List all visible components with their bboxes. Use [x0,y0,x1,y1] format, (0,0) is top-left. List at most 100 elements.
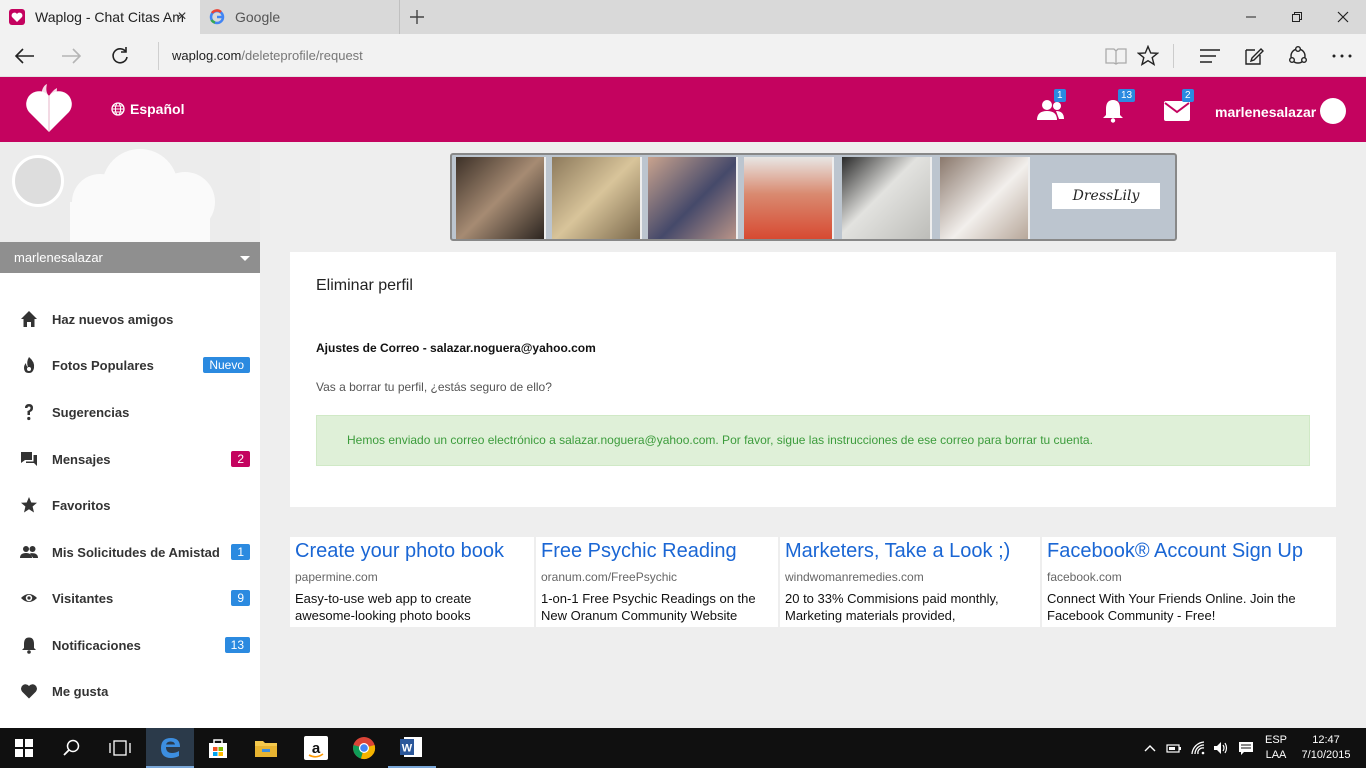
volume-icon[interactable] [1213,740,1229,756]
back-button[interactable] [10,42,38,70]
task-view-icon [109,740,131,756]
ad-description: 20 to 33% Commisions paid monthly, Marke… [785,591,999,623]
sidebar-item-notifications[interactable]: Notificaciones 13 [0,625,260,665]
hub-button[interactable] [1197,43,1223,69]
sidebar-item-suggestions[interactable]: Sugerencias [0,392,260,432]
tab-google[interactable]: Google [200,0,400,34]
tab-close-icon[interactable]: × [174,9,190,25]
sidebar-item-label: Favoritos [52,497,111,513]
banner-photo [648,157,738,239]
close-window-button[interactable] [1320,0,1366,34]
language-code: ESP [1264,734,1287,746]
language-selector[interactable]: Español [111,101,184,117]
svg-text:W: W [402,743,413,755]
site-header: Español 1 13 2 marlenesalazar [0,77,1366,142]
envelope-icon [1164,101,1190,121]
amazon-icon: a [304,736,328,760]
eye-icon [21,594,37,602]
ad-description: Easy-to-use web app to create awesome-lo… [295,591,472,623]
sidebar-item-label: Sugerencias [52,404,130,420]
header-username[interactable]: marlenesalazar [1215,104,1316,120]
keyboard-layout: LAA [1265,749,1287,761]
task-view-button[interactable] [96,728,144,768]
notifications-button[interactable]: 13 [1100,89,1136,125]
taskbar-edge[interactable] [146,728,194,768]
waplog-logo-icon[interactable] [24,82,74,136]
messages-badge: 2 [1182,89,1194,102]
sidebar-item-label: Fotos Populares [52,357,154,373]
clock-date: 7/10/2015 [1301,749,1351,761]
refresh-button[interactable] [106,42,134,70]
clock-time: 12:47 [1312,734,1340,746]
banner-photo [842,157,932,239]
sidebar-item-popular-photos[interactable]: Fotos Populares Nuevo [0,345,260,385]
messages-count-badge: 2 [231,451,250,467]
friends-badge: 1 [1054,89,1066,102]
windows-taskbar: a W ESP LAA 12:47 7/10/2015 [0,728,1366,768]
url-path: /deleteprofile/request [241,48,363,63]
word-icon: W [400,737,422,757]
ad-url: papermine.com [295,570,378,584]
ad-description: 1-on-1 Free Psychic Readings on the New … [541,591,756,623]
profile-avatar[interactable] [12,155,64,207]
taskbar-amazon[interactable]: a [292,728,340,768]
ad-title[interactable]: Create your photo book [295,540,504,563]
favorite-button[interactable] [1135,43,1161,69]
fire-icon [24,357,35,373]
sidebar-item-friend-requests[interactable]: Mis Solicitudes de Amistad 1 [0,532,260,572]
web-note-button[interactable] [1241,43,1267,69]
notifications-count-badge: 13 [224,637,250,653]
chrome-icon [353,737,376,760]
text-ad[interactable]: Create your photo book papermine.com Eas… [290,537,534,627]
taskbar-chrome[interactable] [340,728,388,768]
taskbar-file-explorer[interactable] [242,728,290,768]
ad-title[interactable]: Free Psychic Reading [541,540,737,563]
ad-url: oranum.com/FreePsychic [541,570,678,584]
text-ad[interactable]: Free Psychic Reading oranum.com/FreePsyc… [536,537,778,627]
wifi-icon[interactable] [1190,740,1206,756]
folder-icon [255,741,277,757]
search-button[interactable] [48,728,96,768]
ad-title[interactable]: Marketers, Take a Look ;) [785,540,1010,563]
ad-title[interactable]: Facebook® Account Sign Up [1047,540,1303,563]
sidebar-item-make-friends[interactable]: Haz nuevos amigos [0,299,260,339]
chevron-up-icon[interactable] [1142,740,1158,756]
taskbar-store[interactable] [194,728,242,768]
close-icon [1337,11,1349,23]
friends-button[interactable]: 1 [1036,89,1066,125]
new-tab-icon[interactable] [406,6,428,28]
messages-button[interactable]: 2 [1164,89,1194,125]
sidebar-item-label: Haz nuevos amigos [52,311,174,327]
ad-url: windwomanremedies.com [785,570,924,584]
header-avatar[interactable] [1320,98,1346,124]
sidebar-item-favorites[interactable]: Favoritos [0,485,260,525]
sidebar-item-likes[interactable]: Me gusta [0,671,260,711]
more-button[interactable] [1329,43,1355,69]
battery-icon[interactable] [1166,740,1182,756]
user-dropdown[interactable]: marlenesalazar [0,242,260,273]
hub-icon [1200,49,1220,63]
restore-button[interactable] [1274,0,1320,34]
input-language[interactable]: ESP LAA [1262,733,1290,763]
sidebar-item-messages[interactable]: Mensajes 2 [0,439,260,479]
text-ad[interactable]: Facebook® Account Sign Up facebook.com C… [1042,537,1336,627]
reading-view-button[interactable] [1103,43,1129,69]
back-arrow-icon [14,48,34,64]
page-title: Eliminar perfil [316,277,413,294]
sidebar-item-visitors[interactable]: Visitantes 9 [0,578,260,618]
text-ad[interactable]: Marketers, Take a Look ;) windwomanremed… [780,537,1040,627]
ad-url: facebook.com [1047,570,1122,584]
pen-icon [1245,48,1264,65]
sidebar-item-label: Mis Solicitudes de Amistad [52,544,220,560]
taskbar-word[interactable]: W [388,728,436,768]
share-button[interactable] [1285,43,1311,69]
system-clock[interactable]: 12:47 7/10/2015 [1296,733,1356,763]
action-center-icon[interactable] [1238,740,1254,756]
minimize-button[interactable] [1228,0,1274,34]
language-label: Español [130,101,185,117]
mail-settings-heading: Ajustes de Correo - salazar.noguera@yaho… [316,341,596,355]
start-button[interactable] [0,728,48,768]
forward-button[interactable] [58,42,86,70]
tab-waplog[interactable]: Waplog - Chat Citas Am × [0,0,200,34]
address-field[interactable]: waplog.com/deleteprofile/request [158,42,1058,70]
